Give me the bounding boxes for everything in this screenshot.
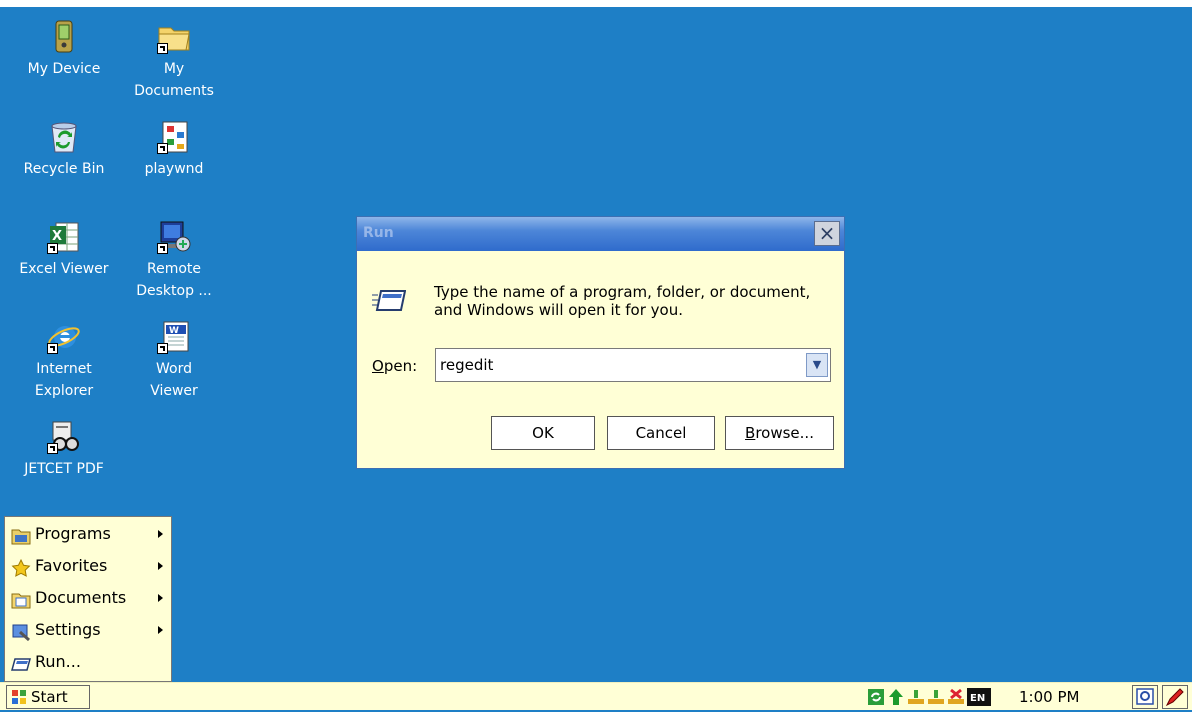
recycle-bin-icon <box>47 120 81 154</box>
jetcet-pdf-icon <box>47 420 81 454</box>
shortcut-arrow-icon <box>157 343 168 354</box>
shortcut-arrow-icon <box>47 343 58 354</box>
open-label-mnemonic: O <box>372 357 384 375</box>
remote-desktop-icon <box>157 220 191 254</box>
documents-folder-icon <box>11 589 31 609</box>
shortcut-arrow-icon <box>157 243 168 254</box>
excel-icon: X <box>47 220 81 254</box>
svg-text:W: W <box>169 326 179 336</box>
system-tray: EN 1:00 PM <box>865 685 1125 709</box>
desktop-icon-recycle-bin[interactable]: Recycle Bin <box>14 120 114 180</box>
input-language-indicator[interactable]: EN <box>967 688 991 706</box>
desktop-toggle-button[interactable] <box>1132 685 1158 709</box>
windows-flag-icon <box>11 689 27 705</box>
desktop-icon-jetcet-pdf[interactable]: JETCET PDF <box>14 420 114 480</box>
folder-icon <box>157 20 191 54</box>
word-icon: W <box>157 320 191 354</box>
ok-button[interactable]: OK <box>491 416 595 450</box>
submenu-arrow-icon <box>158 562 163 570</box>
star-icon <box>11 557 31 577</box>
open-label-rest: pen: <box>383 357 418 375</box>
start-menu-item-documents[interactable]: Documents <box>11 583 167 613</box>
network-icon-2[interactable] <box>927 688 945 706</box>
desktop-icon-word-viewer[interactable]: W Word Viewer <box>124 320 224 402</box>
desktop-icon-my-device[interactable]: My Device <box>14 20 114 80</box>
shortcut-arrow-icon <box>157 43 168 54</box>
svg-text:EN: EN <box>970 693 985 704</box>
shortcut-arrow-icon <box>157 143 168 154</box>
start-menu-item-settings[interactable]: Settings <box>11 615 167 645</box>
start-menu: Programs Favorites Documents Settings Ru… <box>4 516 172 682</box>
open-input[interactable] <box>440 353 800 377</box>
start-button[interactable]: Start <box>6 685 90 709</box>
start-menu-item-programs[interactable]: Programs <box>11 519 167 549</box>
open-combobox[interactable]: ▼ <box>435 348 831 382</box>
playwnd-app-icon <box>157 120 191 154</box>
programs-icon <box>11 525 31 545</box>
svg-text:X: X <box>52 229 62 244</box>
chevron-down-icon[interactable]: ▼ <box>806 353 828 377</box>
settings-icon <box>11 621 31 642</box>
run-dialog: Run × Type the name of a program, folder… <box>356 216 845 469</box>
submenu-arrow-icon <box>158 530 163 538</box>
shortcut-arrow-icon <box>47 243 58 254</box>
browse-label-rest: rowse... <box>755 424 814 442</box>
browse-button[interactable]: Browse... <box>725 416 834 450</box>
run-dialog-title: Run <box>363 225 394 241</box>
run-icon <box>372 286 407 314</box>
run-dialog-titlebar[interactable]: Run × <box>357 217 844 251</box>
clock[interactable]: 1:00 PM <box>1019 685 1079 709</box>
submenu-arrow-icon <box>158 626 163 634</box>
internet-explorer-icon <box>47 320 81 354</box>
start-menu-item-favorites[interactable]: Favorites <box>11 551 167 581</box>
cancel-button[interactable]: Cancel <box>607 416 715 450</box>
open-label: Open: <box>372 357 417 375</box>
network-icon[interactable] <box>907 688 925 706</box>
taskbar: Start EN 1:00 PM <box>0 682 1192 710</box>
close-button[interactable]: × <box>814 221 840 246</box>
top-strip <box>0 0 1192 7</box>
input-panel-button[interactable] <box>1162 685 1188 709</box>
browse-mnemonic: B <box>745 424 756 442</box>
submenu-arrow-icon <box>158 594 163 602</box>
pen-icon <box>1165 688 1184 707</box>
sync-icon[interactable] <box>867 688 885 706</box>
run-icon <box>11 653 31 671</box>
desktop-icon-my-documents[interactable]: My Documents <box>124 20 224 102</box>
network-disconnected-icon[interactable] <box>947 688 965 706</box>
run-instruction-text: Type the name of a program, folder, or d… <box>434 283 811 319</box>
start-menu-item-run[interactable]: Run... <box>11 647 167 677</box>
desktop-icon-internet-explorer[interactable]: Internet Explorer <box>14 320 114 402</box>
desktop-icon-excel-viewer[interactable]: X Excel Viewer <box>14 220 114 280</box>
shortcut-arrow-icon <box>47 443 58 454</box>
pda-device-icon <box>47 20 81 54</box>
desktop-icon-remote-desktop[interactable]: Remote Desktop ... <box>124 220 224 302</box>
desktop-toggle-icon <box>1136 688 1154 705</box>
up-arrow-icon[interactable] <box>887 688 905 706</box>
desktop-icon-playwnd[interactable]: playwnd <box>124 120 224 180</box>
